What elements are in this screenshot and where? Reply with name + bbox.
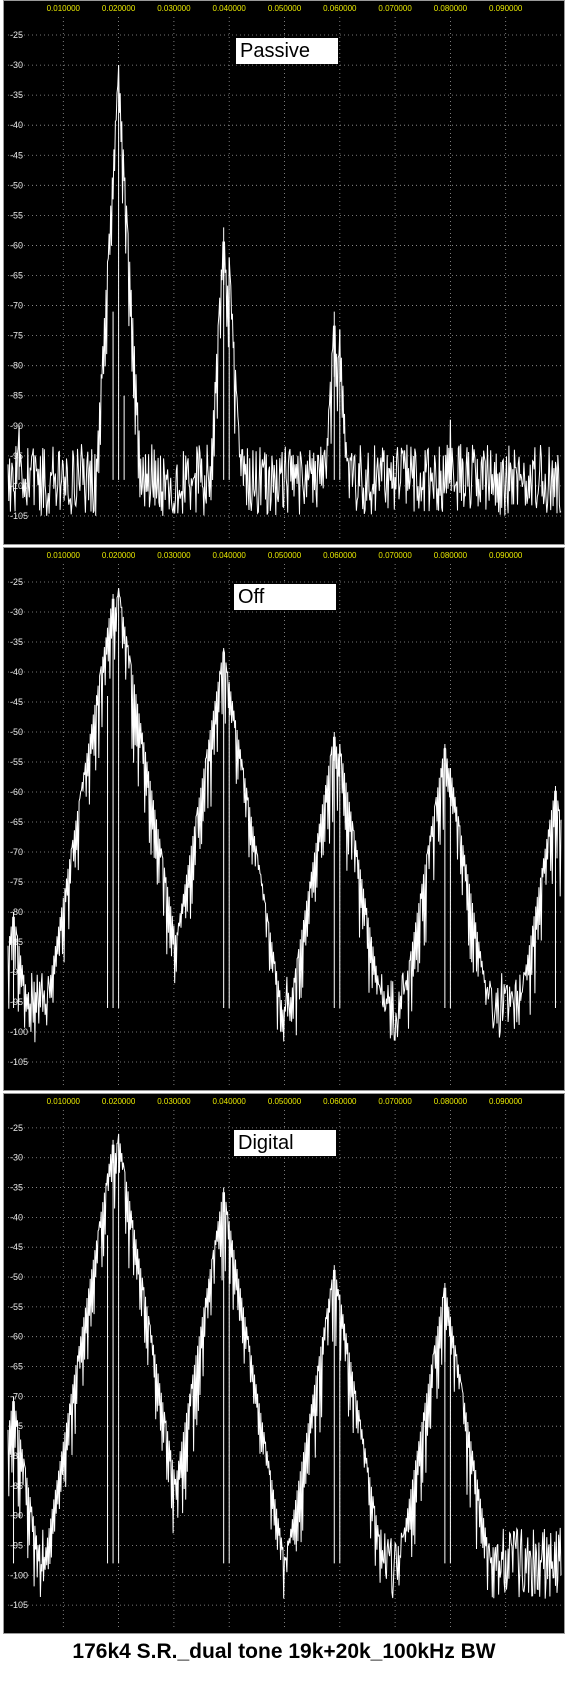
x-tick-label: 0.080000 xyxy=(434,4,468,13)
y-tick-label: -40 xyxy=(10,1212,23,1222)
y-tick-label: -70 xyxy=(10,1391,23,1401)
y-tick-label: -70 xyxy=(10,301,23,311)
x-tick-label: 0.010000 xyxy=(47,4,81,13)
x-tick-label: 0.040000 xyxy=(213,551,247,560)
panel-label: Digital xyxy=(234,1130,336,1156)
x-tick-label: 0.060000 xyxy=(323,1097,357,1106)
y-tick-label: -55 xyxy=(10,210,23,220)
y-tick-label: -70 xyxy=(10,847,23,857)
x-tick-label: 0.060000 xyxy=(323,4,357,13)
y-tick-label: -50 xyxy=(10,727,23,737)
x-tick-label: 0.090000 xyxy=(489,551,523,560)
y-tick-label: -35 xyxy=(10,90,23,100)
y-tick-label: -100 xyxy=(10,1570,28,1580)
y-tick-label: -85 xyxy=(10,1481,23,1491)
y-tick-label: -85 xyxy=(10,391,23,401)
y-tick-label: -55 xyxy=(10,1302,23,1312)
y-tick-label: -30 xyxy=(10,1153,23,1163)
y-tick-label: -35 xyxy=(10,1183,23,1193)
y-tick-label: -80 xyxy=(10,907,23,917)
figure-caption: 176k4 S.R._dual tone 19k+20k_100kHz BW xyxy=(72,1640,496,1663)
y-tick-label: -55 xyxy=(10,757,23,767)
spectrum-plot: 0.010000 0.020000 0.030000 0.040000 0.050000… xyxy=(7,551,562,1086)
x-tick-label: 0.050000 xyxy=(268,1097,302,1106)
x-tick-label: 0.010000 xyxy=(47,551,81,560)
y-tick-label: -45 xyxy=(10,697,23,707)
y-tick-label: -100 xyxy=(10,1027,28,1037)
x-tick-label: 0.090000 xyxy=(489,1097,523,1106)
x-tick-label: 0.040000 xyxy=(213,4,247,13)
y-tick-label: -65 xyxy=(10,270,23,280)
y-tick-label: -50 xyxy=(10,180,23,190)
x-tick-label: 0.030000 xyxy=(157,551,191,560)
chart-panel-digital: 0.010000 0.020000 0.030000 0.040000 0.050000… xyxy=(3,1093,565,1634)
y-tick-label: -40 xyxy=(10,667,23,677)
y-tick-label: -65 xyxy=(10,817,23,827)
x-tick-label: 0.080000 xyxy=(434,551,468,560)
x-tick-label: 0.030000 xyxy=(157,4,191,13)
x-tick-label: 0.060000 xyxy=(323,551,357,560)
chart-panel-off: 0.010000 0.020000 0.030000 0.040000 0.050000… xyxy=(3,547,565,1091)
panel-label: Off xyxy=(234,584,336,610)
x-tick-label: 0.020000 xyxy=(102,1097,136,1106)
y-tick-label: -105 xyxy=(10,511,28,521)
y-tick-label: -25 xyxy=(10,30,23,40)
y-tick-label: -30 xyxy=(10,60,23,70)
y-tick-label: -75 xyxy=(10,877,23,887)
x-tick-label: 0.070000 xyxy=(378,551,412,560)
x-tick-label: 0.070000 xyxy=(378,1097,412,1106)
x-tick-label: 0.010000 xyxy=(47,1097,81,1106)
x-tick-label: 0.030000 xyxy=(157,1097,191,1106)
y-tick-label: -45 xyxy=(10,150,23,160)
y-tick-label: -75 xyxy=(10,331,23,341)
y-tick-label: -95 xyxy=(10,997,23,1007)
y-tick-label: -90 xyxy=(10,1511,23,1521)
y-tick-label: -25 xyxy=(10,577,23,587)
y-tick-label: -40 xyxy=(10,120,23,130)
panel-label: Passive xyxy=(236,38,338,64)
spectrum-plot: 0.010000 0.020000 0.030000 0.040000 0.050000… xyxy=(7,1097,562,1629)
spectrum-trace xyxy=(7,65,562,516)
x-tick-label: 0.040000 xyxy=(213,1097,247,1106)
chart-panel-passive: 0.010000 0.020000 0.030000 0.040000 0.050000… xyxy=(3,0,565,545)
spectrum-plot: 0.010000 0.020000 0.030000 0.040000 0.050000… xyxy=(7,4,562,540)
grid xyxy=(8,1110,561,1629)
x-tick-label: 0.050000 xyxy=(268,551,302,560)
y-tick-label: -60 xyxy=(10,787,23,797)
y-tick-label: -60 xyxy=(10,240,23,250)
y-tick-label: -35 xyxy=(10,637,23,647)
x-tick-label: 0.070000 xyxy=(378,4,412,13)
y-tick-label: -45 xyxy=(10,1242,23,1252)
y-tick-label: -60 xyxy=(10,1332,23,1342)
y-tick-label: -105 xyxy=(10,1057,28,1067)
y-tick-label: -105 xyxy=(10,1600,28,1610)
x-tick-label: 0.050000 xyxy=(268,4,302,13)
y-tick-label: -25 xyxy=(10,1123,23,1133)
x-tick-label: 0.020000 xyxy=(102,4,136,13)
y-tick-label: -90 xyxy=(10,421,23,431)
y-tick-label: -65 xyxy=(10,1362,23,1372)
x-tick-label: 0.020000 xyxy=(102,551,136,560)
y-tick-label: -80 xyxy=(10,361,23,371)
y-tick-label: -95 xyxy=(10,1540,23,1550)
x-tick-label: 0.090000 xyxy=(489,4,523,13)
y-tick-label: -30 xyxy=(10,607,23,617)
y-tick-label: -50 xyxy=(10,1272,23,1282)
x-tick-label: 0.080000 xyxy=(434,1097,468,1106)
